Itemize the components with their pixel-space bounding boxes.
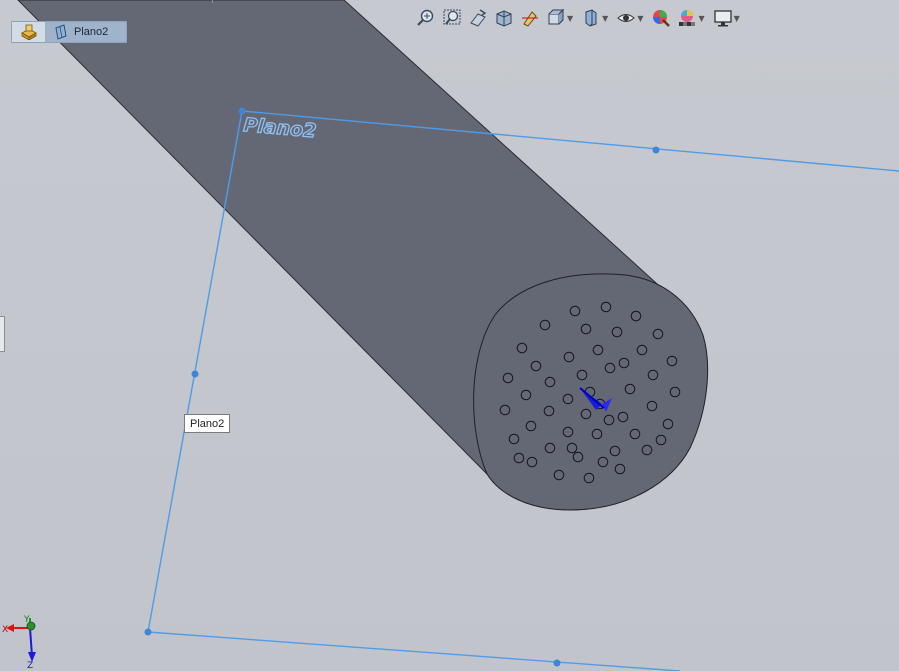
plane-edge-handle[interactable] bbox=[652, 146, 660, 154]
hide-show-items-button[interactable] bbox=[614, 7, 638, 29]
dynamic-annotation-button[interactable] bbox=[518, 7, 542, 29]
plane-edge-handle[interactable] bbox=[553, 659, 561, 667]
plane-icon bbox=[55, 24, 67, 40]
apply-scene-dropdown[interactable]: ▼ bbox=[698, 14, 704, 23]
view-orientation-dropdown[interactable]: ▼ bbox=[567, 14, 573, 23]
edit-appearance-button[interactable] bbox=[649, 7, 673, 29]
breadcrumb-plane-label: Plano2 bbox=[74, 26, 109, 38]
view-settings-icon bbox=[713, 10, 732, 27]
heads-up-view-toolbar: ▼ ▼ ▼ ▼ ▼ bbox=[414, 6, 746, 30]
display-style-button[interactable] bbox=[579, 7, 603, 29]
apply-scene-button[interactable] bbox=[675, 7, 699, 29]
previous-view-icon bbox=[470, 9, 487, 27]
viewport-divider-tick bbox=[212, 0, 213, 3]
view-settings-button[interactable] bbox=[711, 7, 735, 29]
view-settings-dropdown[interactable]: ▼ bbox=[734, 14, 740, 23]
triad-x-label: X bbox=[2, 625, 8, 635]
zoom-to-fit-button[interactable] bbox=[414, 7, 438, 29]
cylinder-end-face[interactable] bbox=[473, 273, 709, 511]
reference-triad: X Y Z bbox=[2, 615, 36, 671]
hide-show-items-dropdown[interactable]: ▼ bbox=[637, 14, 643, 23]
view-orientation-icon bbox=[548, 8, 565, 25]
plane-name-tag[interactable]: Plano2 bbox=[184, 414, 231, 433]
breadcrumb: Plano2 bbox=[11, 21, 127, 43]
triad-y-label: Y bbox=[23, 615, 30, 625]
view-orientation-button[interactable] bbox=[544, 7, 568, 29]
section-view-button[interactable] bbox=[492, 7, 516, 29]
edit-appearance-icon bbox=[653, 10, 671, 27]
breadcrumb-plane-button[interactable]: Plano2 bbox=[46, 22, 126, 42]
display-style-icon bbox=[585, 9, 597, 27]
breadcrumb-part-button[interactable] bbox=[12, 22, 46, 42]
zoom-to-area-button[interactable] bbox=[440, 7, 464, 29]
zoom-to-area-icon bbox=[443, 9, 461, 25]
part-icon bbox=[20, 24, 37, 40]
display-style-dropdown[interactable]: ▼ bbox=[602, 14, 608, 23]
plane-edge-handle[interactable] bbox=[191, 370, 199, 378]
plane-corner-handle[interactable] bbox=[144, 628, 152, 636]
hide-show-items-icon bbox=[617, 14, 636, 22]
triad-z-label: Z bbox=[27, 661, 33, 671]
feature-manager-collapse-tab[interactable] bbox=[0, 316, 5, 352]
previous-view-button[interactable] bbox=[466, 7, 490, 29]
zoom-to-fit-icon bbox=[417, 9, 434, 26]
dynamic-annotation-icon bbox=[522, 11, 538, 27]
section-view-icon bbox=[496, 10, 512, 27]
apply-scene-icon bbox=[679, 10, 696, 26]
graphics-viewport[interactable]: Plano2 X Y Z bbox=[0, 0, 899, 671]
